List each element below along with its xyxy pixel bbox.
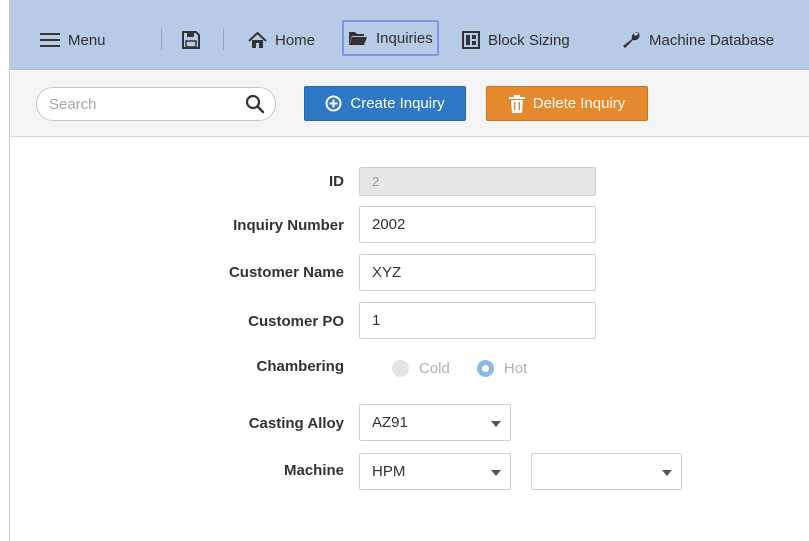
chambering-label: Chambering	[256, 358, 344, 375]
chevron-down-icon	[491, 421, 501, 427]
customer-name-field[interactable]	[359, 254, 596, 291]
menu-label: Menu	[68, 31, 106, 49]
nav-home[interactable]: Home	[248, 24, 315, 56]
machine-value: HPM	[372, 463, 406, 480]
customer-name-label: Customer Name	[228, 264, 344, 281]
hot-option-label: Hot	[503, 359, 528, 377]
save-button[interactable]	[182, 24, 200, 56]
app-window: Menu Home Inquiries Block Sizing Machine…	[9, 0, 809, 541]
search-input[interactable]	[49, 92, 239, 116]
block-sizing-label: Block Sizing	[488, 31, 570, 49]
wrench-icon	[621, 31, 641, 49]
top-navigation-bar: Menu Home Inquiries Block Sizing Machine…	[10, 0, 809, 70]
nav-divider	[161, 28, 162, 50]
search-icon[interactable]	[245, 94, 265, 119]
home-label: Home	[275, 31, 316, 49]
machine-database-label: Machine Database	[649, 31, 775, 49]
delete-inquiry-button[interactable]: Delete Inquiry	[486, 86, 648, 121]
customer-po-label: Customer PO	[248, 313, 344, 330]
chambering-option-hot[interactable]: Hot	[476, 359, 528, 377]
chevron-down-icon	[662, 470, 672, 476]
nav-inquiries[interactable]: Inquiries	[342, 20, 439, 56]
plus-circle-icon	[325, 95, 342, 112]
inquiries-label: Inquiries	[376, 29, 433, 47]
nav-block-sizing[interactable]: Block Sizing	[462, 24, 570, 56]
action-toolbar: Create Inquiry Delete Inquiry	[10, 71, 809, 137]
delete-inquiry-label: Delete Inquiry	[532, 95, 626, 112]
nav-machine-database[interactable]: Machine Database	[621, 24, 774, 56]
menu-button[interactable]: Menu	[40, 24, 106, 56]
trash-icon	[508, 94, 525, 113]
chambering-radio-group: Cold Hot	[392, 356, 554, 380]
customer-po-field[interactable]	[359, 302, 596, 339]
id-field	[359, 167, 596, 196]
hamburger-icon	[40, 33, 60, 47]
create-inquiry-label: Create Inquiry	[350, 95, 445, 112]
save-icon	[182, 31, 200, 49]
chevron-down-icon	[491, 470, 501, 476]
hot-radio[interactable]	[476, 359, 494, 377]
cold-radio[interactable]	[392, 359, 409, 377]
casting-alloy-value: AZ91	[372, 414, 408, 431]
machine-select[interactable]: HPM	[359, 453, 511, 490]
home-icon	[248, 31, 267, 49]
inquiry-number-label: Inquiry Number	[233, 217, 344, 234]
id-label: ID	[329, 173, 344, 190]
search-box	[36, 87, 276, 121]
create-inquiry-button[interactable]: Create Inquiry	[304, 86, 466, 121]
cold-option-label: Cold	[419, 359, 450, 377]
machine-model-select[interactable]	[531, 453, 682, 490]
folder-open-icon	[348, 30, 368, 46]
inquiry-number-field[interactable]	[359, 206, 596, 243]
machine-label: Machine	[283, 462, 344, 479]
casting-alloy-label: Casting Alloy	[248, 415, 344, 432]
nav-divider	[223, 28, 224, 50]
layout-icon	[462, 31, 480, 49]
chambering-option-cold[interactable]: Cold	[392, 359, 450, 377]
casting-alloy-select[interactable]: AZ91	[359, 404, 511, 441]
